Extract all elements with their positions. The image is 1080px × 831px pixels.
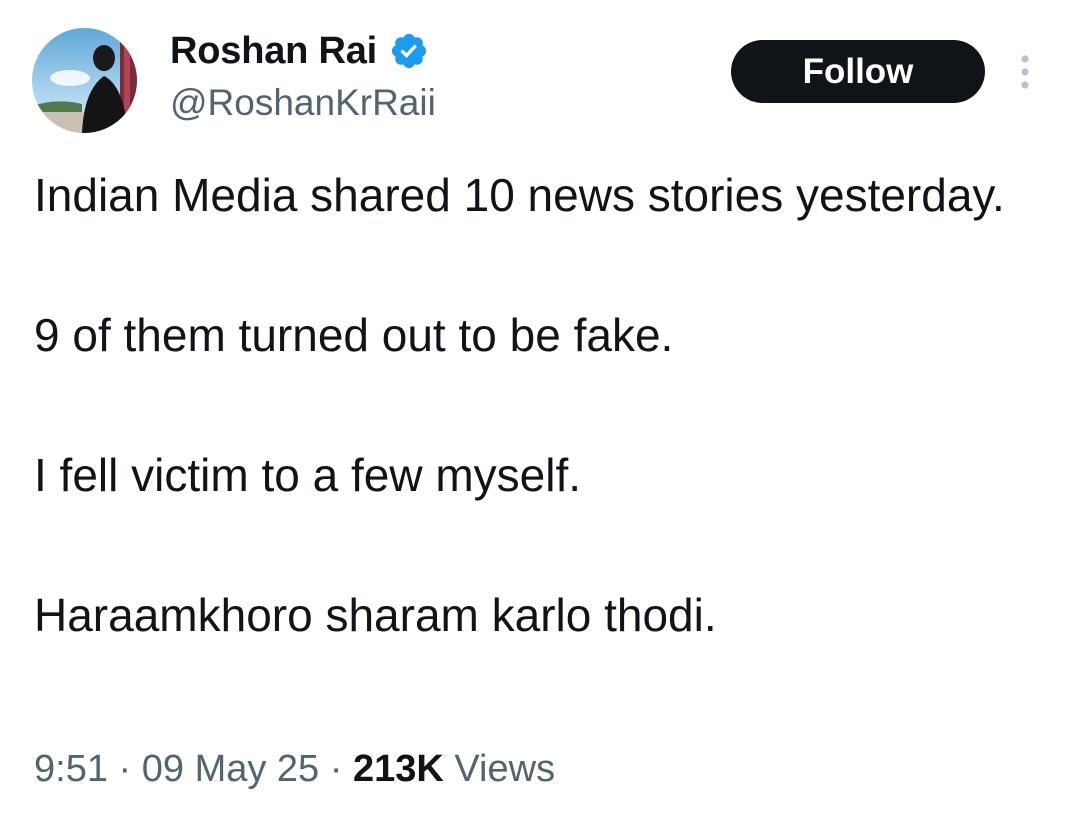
follow-button[interactable]: Follow xyxy=(731,40,985,103)
meta-separator: · xyxy=(319,748,353,790)
author-handle[interactable]: @RoshanKrRaii xyxy=(170,82,436,124)
tweet-paragraph: I fell victim to a few myself. xyxy=(34,449,582,501)
meta-separator: · xyxy=(107,748,142,790)
tweet-paragraph: Indian Media shared 10 news stories yest… xyxy=(34,169,1005,221)
more-vertical-icon[interactable] xyxy=(1010,52,1040,92)
avatar[interactable] xyxy=(32,28,137,133)
tweet-paragraph: 9 of them turned out to be fake. xyxy=(34,309,674,361)
author-name-row: Roshan Rai xyxy=(170,28,429,74)
views-count[interactable]: 213K xyxy=(353,748,444,790)
tweet-metadata: 9:51 · 09 May 25 · 213K Views xyxy=(34,748,555,791)
author-display-name[interactable]: Roshan Rai xyxy=(170,30,377,73)
tweet-paragraph: Haraamkhoro sharam karlo thodi. xyxy=(34,589,717,641)
tweet-time[interactable]: 9:51 xyxy=(34,748,108,790)
tweet-date[interactable]: 09 May 25 xyxy=(142,748,319,790)
avatar-image xyxy=(32,28,137,133)
verified-badge-icon xyxy=(389,31,429,71)
views-label: Views xyxy=(443,748,556,790)
tweet-text: Indian Media shared 10 news stories yest… xyxy=(34,162,1044,648)
